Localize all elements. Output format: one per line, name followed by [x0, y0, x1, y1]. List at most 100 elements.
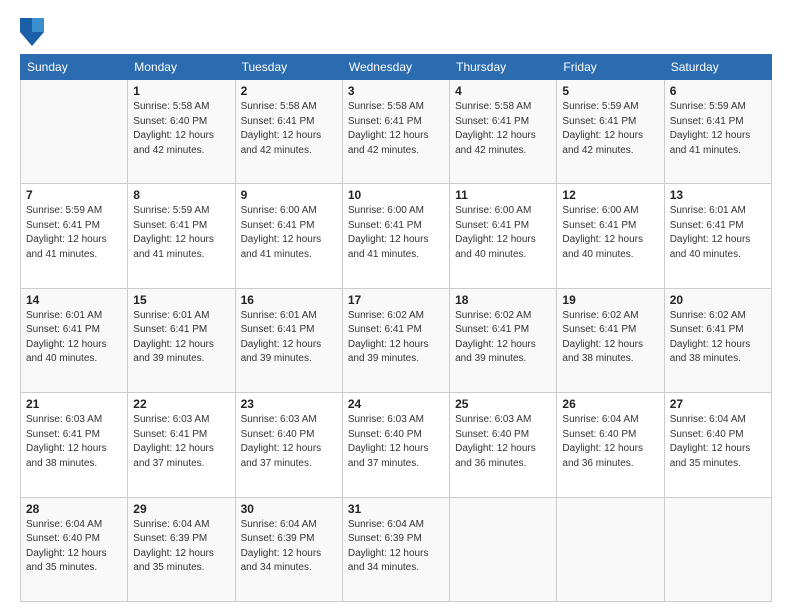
header-row: SundayMondayTuesdayWednesdayThursdayFrid…	[21, 55, 772, 80]
day-cell	[557, 497, 664, 601]
day-number: 27	[670, 397, 766, 411]
day-cell	[21, 80, 128, 184]
day-info: Sunrise: 5:59 AM Sunset: 6:41 PM Dayligh…	[133, 204, 229, 262]
day-info: Sunrise: 6:04 AM Sunset: 6:39 PM Dayligh…	[241, 518, 337, 576]
header-cell-wednesday: Wednesday	[342, 55, 449, 80]
day-info: Sunrise: 6:00 AM Sunset: 6:41 PM Dayligh…	[241, 204, 337, 262]
header-cell-thursday: Thursday	[450, 55, 557, 80]
week-row-4: 21 Sunrise: 6:03 AM Sunset: 6:41 PM Dayli…	[21, 393, 772, 497]
day-info: Sunrise: 6:02 AM Sunset: 6:41 PM Dayligh…	[455, 309, 551, 367]
day-number: 15	[133, 293, 229, 307]
day-cell: 16 Sunrise: 6:01 AM Sunset: 6:41 PM Dayli…	[235, 288, 342, 392]
day-number: 26	[562, 397, 658, 411]
day-number: 8	[133, 188, 229, 202]
day-number: 28	[26, 502, 122, 516]
day-number: 22	[133, 397, 229, 411]
week-row-2: 7 Sunrise: 5:59 AM Sunset: 6:41 PM Daylig…	[21, 184, 772, 288]
day-info: Sunrise: 6:04 AM Sunset: 6:40 PM Dayligh…	[670, 413, 766, 471]
day-cell: 22 Sunrise: 6:03 AM Sunset: 6:41 PM Dayli…	[128, 393, 235, 497]
calendar-table: SundayMondayTuesdayWednesdayThursdayFrid…	[20, 54, 772, 602]
header-cell-saturday: Saturday	[664, 55, 771, 80]
day-info: Sunrise: 6:00 AM Sunset: 6:41 PM Dayligh…	[348, 204, 444, 262]
day-number: 21	[26, 397, 122, 411]
day-cell: 17 Sunrise: 6:02 AM Sunset: 6:41 PM Dayli…	[342, 288, 449, 392]
day-info: Sunrise: 6:04 AM Sunset: 6:39 PM Dayligh…	[133, 518, 229, 576]
day-info: Sunrise: 6:00 AM Sunset: 6:41 PM Dayligh…	[455, 204, 551, 262]
day-cell: 8 Sunrise: 5:59 AM Sunset: 6:41 PM Daylig…	[128, 184, 235, 288]
day-cell: 14 Sunrise: 6:01 AM Sunset: 6:41 PM Dayli…	[21, 288, 128, 392]
day-cell: 15 Sunrise: 6:01 AM Sunset: 6:41 PM Dayli…	[128, 288, 235, 392]
logo	[20, 18, 48, 46]
week-row-3: 14 Sunrise: 6:01 AM Sunset: 6:41 PM Dayli…	[21, 288, 772, 392]
day-cell	[664, 497, 771, 601]
day-number: 12	[562, 188, 658, 202]
day-cell: 28Sunrise: 6:04 AM Sunset: 6:40 PM Dayli…	[21, 497, 128, 601]
day-info: Sunrise: 6:02 AM Sunset: 6:41 PM Dayligh…	[562, 309, 658, 367]
day-cell: 6 Sunrise: 5:59 AM Sunset: 6:41 PM Daylig…	[664, 80, 771, 184]
day-number: 9	[241, 188, 337, 202]
day-cell: 12 Sunrise: 6:00 AM Sunset: 6:41 PM Dayli…	[557, 184, 664, 288]
day-number: 5	[562, 84, 658, 98]
day-info: Sunrise: 6:02 AM Sunset: 6:41 PM Dayligh…	[670, 309, 766, 367]
day-info: Sunrise: 6:02 AM Sunset: 6:41 PM Dayligh…	[348, 309, 444, 367]
day-info: Sunrise: 6:03 AM Sunset: 6:41 PM Dayligh…	[26, 413, 122, 471]
day-cell: 3Sunrise: 5:58 AM Sunset: 6:41 PM Daylig…	[342, 80, 449, 184]
day-info: Sunrise: 6:03 AM Sunset: 6:40 PM Dayligh…	[348, 413, 444, 471]
day-cell: 2 Sunrise: 5:58 AM Sunset: 6:41 PM Daylig…	[235, 80, 342, 184]
day-number: 23	[241, 397, 337, 411]
day-info: Sunrise: 6:01 AM Sunset: 6:41 PM Dayligh…	[26, 309, 122, 367]
header-cell-monday: Monday	[128, 55, 235, 80]
header-cell-tuesday: Tuesday	[235, 55, 342, 80]
day-cell: 24 Sunrise: 6:03 AM Sunset: 6:40 PM Dayli…	[342, 393, 449, 497]
day-info: Sunrise: 6:03 AM Sunset: 6:40 PM Dayligh…	[455, 413, 551, 471]
day-number: 20	[670, 293, 766, 307]
header-cell-friday: Friday	[557, 55, 664, 80]
day-cell: 9 Sunrise: 6:00 AM Sunset: 6:41 PM Daylig…	[235, 184, 342, 288]
day-info: Sunrise: 5:59 AM Sunset: 6:41 PM Dayligh…	[26, 204, 122, 262]
day-cell: 13Sunrise: 6:01 AM Sunset: 6:41 PM Dayli…	[664, 184, 771, 288]
day-cell: 20 Sunrise: 6:02 AM Sunset: 6:41 PM Dayli…	[664, 288, 771, 392]
day-info: Sunrise: 5:58 AM Sunset: 6:40 PM Dayligh…	[133, 100, 229, 158]
page: SundayMondayTuesdayWednesdayThursdayFrid…	[0, 0, 792, 612]
logo-icon	[20, 18, 44, 46]
day-number: 24	[348, 397, 444, 411]
week-row-5: 28Sunrise: 6:04 AM Sunset: 6:40 PM Dayli…	[21, 497, 772, 601]
day-number: 1	[133, 84, 229, 98]
day-number: 17	[348, 293, 444, 307]
day-number: 2	[241, 84, 337, 98]
day-cell: 26 Sunrise: 6:04 AM Sunset: 6:40 PM Dayli…	[557, 393, 664, 497]
day-number: 4	[455, 84, 551, 98]
day-cell: 19 Sunrise: 6:02 AM Sunset: 6:41 PM Dayli…	[557, 288, 664, 392]
day-number: 10	[348, 188, 444, 202]
day-number: 14	[26, 293, 122, 307]
day-info: Sunrise: 6:00 AM Sunset: 6:41 PM Dayligh…	[562, 204, 658, 262]
day-info: Sunrise: 5:59 AM Sunset: 6:41 PM Dayligh…	[670, 100, 766, 158]
day-number: 31	[348, 502, 444, 516]
day-cell: 10 Sunrise: 6:00 AM Sunset: 6:41 PM Dayli…	[342, 184, 449, 288]
day-info: Sunrise: 6:01 AM Sunset: 6:41 PM Dayligh…	[133, 309, 229, 367]
day-number: 19	[562, 293, 658, 307]
day-cell: 31Sunrise: 6:04 AM Sunset: 6:39 PM Dayli…	[342, 497, 449, 601]
day-cell: 29Sunrise: 6:04 AM Sunset: 6:39 PM Dayli…	[128, 497, 235, 601]
day-number: 7	[26, 188, 122, 202]
header	[20, 18, 772, 46]
day-cell: 18 Sunrise: 6:02 AM Sunset: 6:41 PM Dayli…	[450, 288, 557, 392]
day-info: Sunrise: 5:58 AM Sunset: 6:41 PM Dayligh…	[241, 100, 337, 158]
day-number: 16	[241, 293, 337, 307]
day-info: Sunrise: 6:01 AM Sunset: 6:41 PM Dayligh…	[670, 204, 766, 262]
day-cell: 30 Sunrise: 6:04 AM Sunset: 6:39 PM Dayli…	[235, 497, 342, 601]
day-info: Sunrise: 6:03 AM Sunset: 6:41 PM Dayligh…	[133, 413, 229, 471]
day-number: 11	[455, 188, 551, 202]
day-number: 25	[455, 397, 551, 411]
day-cell: 7 Sunrise: 5:59 AM Sunset: 6:41 PM Daylig…	[21, 184, 128, 288]
day-number: 6	[670, 84, 766, 98]
day-info: Sunrise: 6:04 AM Sunset: 6:40 PM Dayligh…	[562, 413, 658, 471]
day-cell: 5Sunrise: 5:59 AM Sunset: 6:41 PM Daylig…	[557, 80, 664, 184]
week-row-1: 1 Sunrise: 5:58 AM Sunset: 6:40 PM Daylig…	[21, 80, 772, 184]
day-number: 30	[241, 502, 337, 516]
day-cell: 27 Sunrise: 6:04 AM Sunset: 6:40 PM Dayli…	[664, 393, 771, 497]
day-cell: 23Sunrise: 6:03 AM Sunset: 6:40 PM Dayli…	[235, 393, 342, 497]
day-info: Sunrise: 6:01 AM Sunset: 6:41 PM Dayligh…	[241, 309, 337, 367]
day-number: 18	[455, 293, 551, 307]
day-number: 3	[348, 84, 444, 98]
